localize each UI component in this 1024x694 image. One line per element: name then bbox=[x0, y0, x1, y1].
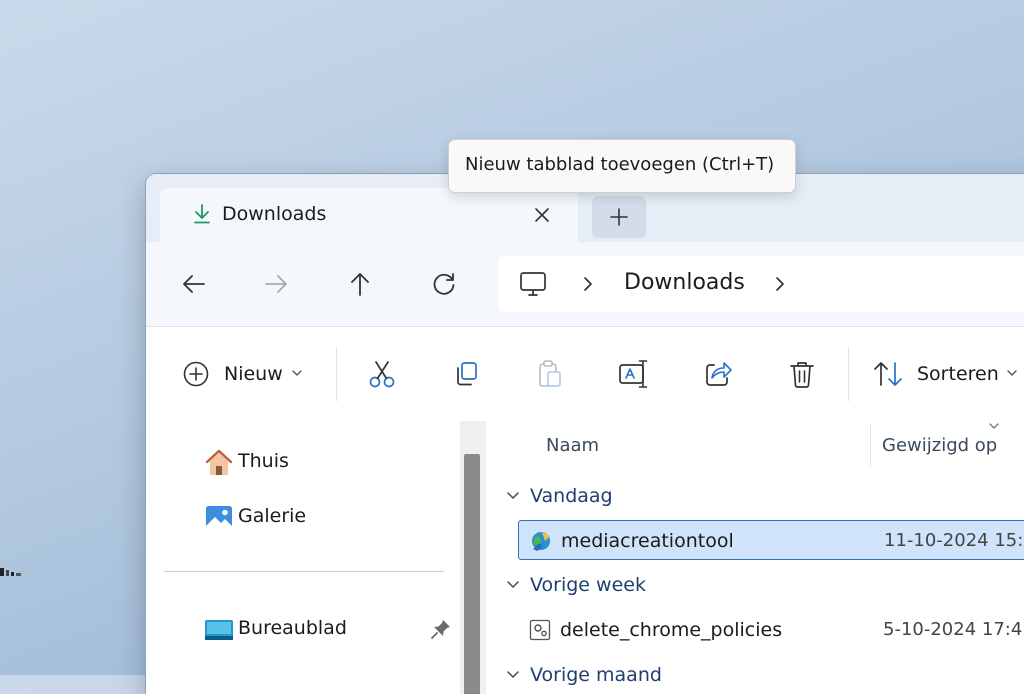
navigation-bar: Downloads bbox=[146, 242, 1024, 327]
pin-icon[interactable] bbox=[430, 618, 452, 640]
copy-icon[interactable] bbox=[450, 358, 482, 390]
share-icon[interactable] bbox=[702, 358, 734, 390]
command-bar: Nieuw Sorteren bbox=[146, 327, 1024, 422]
chevron-down-icon bbox=[989, 423, 999, 429]
refresh-icon[interactable] bbox=[428, 268, 460, 300]
chevron-right-icon[interactable] bbox=[772, 273, 788, 295]
sort-icon bbox=[874, 362, 902, 386]
desktop-icon bbox=[205, 620, 233, 640]
group-label: Vorige week bbox=[530, 574, 646, 596]
close-icon[interactable] bbox=[528, 201, 556, 229]
media-creation-tool-icon bbox=[532, 532, 550, 551]
column-separator[interactable] bbox=[870, 425, 871, 467]
breadcrumb-downloads[interactable]: Downloads bbox=[624, 270, 745, 295]
delete-icon[interactable] bbox=[786, 358, 818, 390]
new-button-label: Nieuw bbox=[224, 363, 283, 385]
this-pc-icon[interactable] bbox=[518, 269, 548, 299]
file-name: mediacreationtool bbox=[561, 530, 734, 552]
toolbar-divider bbox=[848, 347, 849, 401]
arrow-up-icon[interactable] bbox=[344, 268, 376, 300]
chevron-down-icon bbox=[507, 671, 519, 678]
desktop-shortcut-icon bbox=[0, 568, 21, 576]
chevron-down-icon bbox=[507, 581, 519, 588]
chevron-down-icon bbox=[507, 492, 519, 499]
cut-icon[interactable] bbox=[366, 358, 398, 390]
sidebar-divider bbox=[164, 571, 444, 572]
chevron-right-icon[interactable] bbox=[580, 273, 596, 295]
toolbar-divider bbox=[336, 347, 337, 401]
address-bar[interactable]: Downloads bbox=[498, 256, 1024, 312]
new-tab-tooltip: Nieuw tabblad toevoegen (Ctrl+T) bbox=[448, 139, 796, 193]
column-header-name[interactable]: Naam bbox=[546, 435, 599, 456]
home-icon bbox=[205, 449, 233, 475]
script-file-icon bbox=[529, 619, 551, 641]
sidebar-item-label: Galerie bbox=[238, 505, 307, 527]
file-modified: 11-10-2024 15: bbox=[884, 530, 1024, 551]
rename-icon[interactable] bbox=[618, 358, 650, 390]
paste-icon[interactable] bbox=[534, 358, 566, 390]
tooltip-text: Nieuw tabblad toevoegen (Ctrl+T) bbox=[465, 154, 775, 175]
chevron-down-icon bbox=[292, 370, 302, 376]
file-name: delete_chrome_policies bbox=[560, 619, 783, 641]
arrow-right-icon[interactable] bbox=[260, 268, 292, 300]
arrow-left-icon[interactable] bbox=[178, 268, 210, 300]
download-icon bbox=[194, 204, 210, 224]
plus-icon bbox=[610, 208, 628, 226]
chevron-down-icon bbox=[1007, 370, 1017, 376]
file-row-mediacreationtool[interactable]: mediacreationtool 11-10-2024 15: bbox=[518, 520, 1024, 560]
column-header-modified[interactable]: Gewijzigd op bbox=[882, 435, 997, 456]
file-explorer-window: Downloads Downloads Nieuw Sorteren Thuis… bbox=[146, 174, 1024, 694]
navigation-pane: Thuis Galerie Bureaublad bbox=[146, 421, 460, 694]
new-tab-button[interactable] bbox=[592, 196, 646, 238]
sidebar-item-label: Thuis bbox=[238, 450, 289, 472]
sort-button-label: Sorteren bbox=[917, 363, 999, 385]
group-label: Vorige maand bbox=[530, 664, 662, 686]
file-modified: 5-10-2024 17:4 bbox=[883, 619, 1023, 640]
group-label: Vandaag bbox=[530, 485, 613, 507]
plus-circle-icon bbox=[183, 361, 209, 387]
sidebar-scrollbar-thumb[interactable] bbox=[464, 454, 480, 694]
sidebar-item-label: Bureaublad bbox=[238, 617, 347, 639]
file-row-delete-chrome-policies[interactable]: delete_chrome_policies 5-10-2024 17:4 bbox=[518, 610, 1024, 650]
tab-downloads[interactable]: Downloads bbox=[160, 188, 578, 242]
tab-title: Downloads bbox=[222, 203, 327, 225]
gallery-icon bbox=[206, 506, 232, 530]
